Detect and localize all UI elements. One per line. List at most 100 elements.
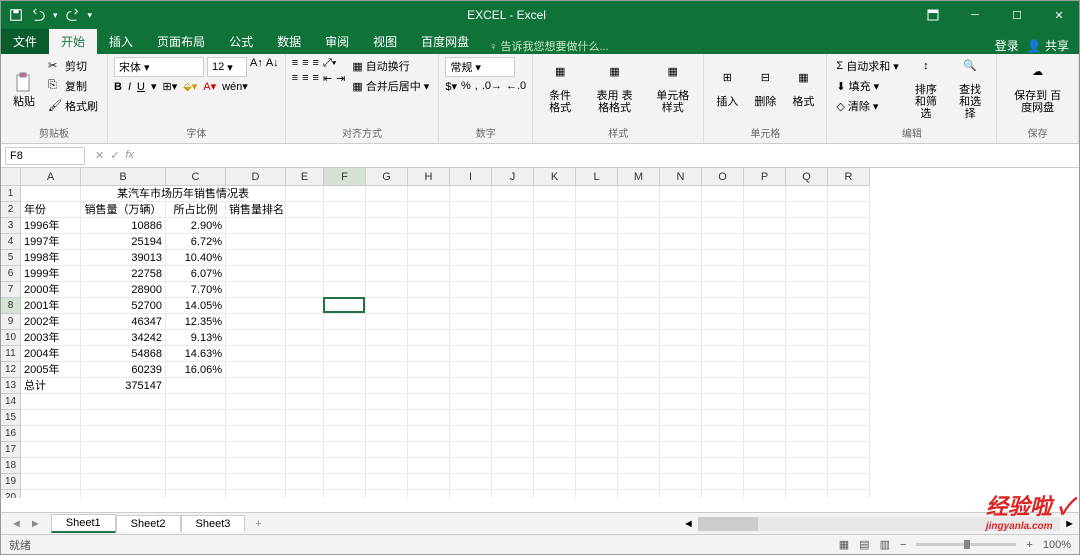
clear-button[interactable]: ◇ 清除 ▾ — [833, 97, 901, 115]
cell[interactable] — [324, 234, 366, 250]
cell[interactable] — [408, 266, 450, 282]
cell[interactable] — [660, 202, 702, 218]
col-header-F[interactable]: F — [324, 168, 366, 186]
cell[interactable] — [226, 378, 286, 394]
cell[interactable] — [576, 362, 618, 378]
cell[interactable] — [786, 250, 828, 266]
cell[interactable] — [166, 410, 226, 426]
cell[interactable] — [618, 346, 660, 362]
cut-button[interactable]: ✂剪切 — [45, 57, 101, 75]
col-header-K[interactable]: K — [534, 168, 576, 186]
row-header[interactable]: 19 — [1, 474, 21, 490]
fx-icon[interactable]: fx — [125, 149, 134, 162]
cell[interactable]: 28900 — [81, 282, 166, 298]
cell[interactable] — [492, 394, 534, 410]
cell[interactable]: 1996年 — [21, 218, 81, 234]
cell[interactable]: 1999年 — [21, 266, 81, 282]
cell[interactable] — [226, 218, 286, 234]
cell[interactable]: 34242 — [81, 330, 166, 346]
align-middle-icon[interactable]: ≡ — [302, 57, 308, 70]
cell[interactable] — [576, 314, 618, 330]
cell[interactable] — [618, 378, 660, 394]
cell[interactable] — [744, 202, 786, 218]
cell[interactable] — [618, 186, 660, 202]
col-header-P[interactable]: P — [744, 168, 786, 186]
cell[interactable] — [21, 410, 81, 426]
cell[interactable] — [786, 314, 828, 330]
cell[interactable] — [166, 394, 226, 410]
cell[interactable] — [702, 202, 744, 218]
cell[interactable]: 总计 — [21, 378, 81, 394]
cell[interactable] — [492, 218, 534, 234]
cell[interactable] — [618, 202, 660, 218]
cell[interactable] — [226, 490, 286, 498]
fill-color-button[interactable]: ⬙▾ — [183, 80, 197, 93]
cell[interactable] — [286, 314, 324, 330]
cell[interactable] — [166, 442, 226, 458]
cell[interactable]: 14.05% — [166, 298, 226, 314]
cell[interactable] — [534, 250, 576, 266]
font-color-button[interactable]: A▾ — [203, 80, 216, 93]
col-header-O[interactable]: O — [702, 168, 744, 186]
cell[interactable] — [828, 362, 870, 378]
zoom-level[interactable]: 100% — [1043, 539, 1071, 551]
cell[interactable] — [286, 330, 324, 346]
font-name-select[interactable]: 宋体 ▾ — [114, 57, 204, 77]
cell[interactable] — [408, 250, 450, 266]
cell[interactable] — [828, 330, 870, 346]
new-sheet-button[interactable]: + — [245, 518, 271, 530]
sheet-nav-prev-icon[interactable]: ◄ — [11, 518, 22, 530]
cell[interactable] — [828, 314, 870, 330]
cell[interactable] — [492, 314, 534, 330]
cell[interactable] — [660, 250, 702, 266]
cell[interactable] — [286, 202, 324, 218]
cell[interactable] — [21, 394, 81, 410]
cell[interactable] — [492, 282, 534, 298]
cell[interactable] — [534, 362, 576, 378]
cell[interactable] — [286, 234, 324, 250]
cell[interactable] — [534, 378, 576, 394]
cell[interactable] — [450, 362, 492, 378]
cell[interactable] — [286, 298, 324, 314]
cell[interactable] — [576, 458, 618, 474]
cell[interactable] — [744, 458, 786, 474]
row-header[interactable]: 10 — [1, 330, 21, 346]
cell[interactable] — [828, 298, 870, 314]
view-layout-icon[interactable]: ▤ — [859, 538, 869, 551]
cell[interactable] — [286, 490, 324, 498]
cell[interactable] — [226, 282, 286, 298]
cell[interactable] — [492, 250, 534, 266]
cell[interactable]: 销售量（万辆） — [81, 202, 166, 218]
cell[interactable] — [660, 218, 702, 234]
cell[interactable] — [618, 442, 660, 458]
cell[interactable] — [366, 314, 408, 330]
cell[interactable]: 2004年 — [21, 346, 81, 362]
cell[interactable] — [81, 394, 166, 410]
cell[interactable] — [492, 426, 534, 442]
cell[interactable] — [744, 298, 786, 314]
cell[interactable] — [744, 474, 786, 490]
cell[interactable] — [618, 282, 660, 298]
cell[interactable] — [534, 282, 576, 298]
cell[interactable] — [286, 474, 324, 490]
increase-font-icon[interactable]: A↑ — [250, 57, 263, 77]
cell[interactable] — [534, 330, 576, 346]
cell[interactable]: 22758 — [81, 266, 166, 282]
cell[interactable] — [828, 202, 870, 218]
cell[interactable]: 年份 — [21, 202, 81, 218]
cond-format-button[interactable]: ▦条件格式 — [539, 57, 581, 123]
cell[interactable] — [618, 266, 660, 282]
row-header[interactable]: 8 — [1, 298, 21, 314]
col-header-I[interactable]: I — [450, 168, 492, 186]
indent-dec-icon[interactable]: ⇤ — [323, 72, 332, 85]
font-size-select[interactable]: 12 ▾ — [207, 57, 247, 77]
cell[interactable] — [744, 330, 786, 346]
cell[interactable] — [828, 426, 870, 442]
cell[interactable]: 39013 — [81, 250, 166, 266]
cell[interactable]: 2002年 — [21, 314, 81, 330]
cell[interactable]: 10.40% — [166, 250, 226, 266]
cell[interactable] — [366, 266, 408, 282]
cell[interactable] — [828, 490, 870, 498]
cell[interactable] — [226, 458, 286, 474]
undo-dropdown-icon[interactable]: ▾ — [53, 10, 58, 21]
